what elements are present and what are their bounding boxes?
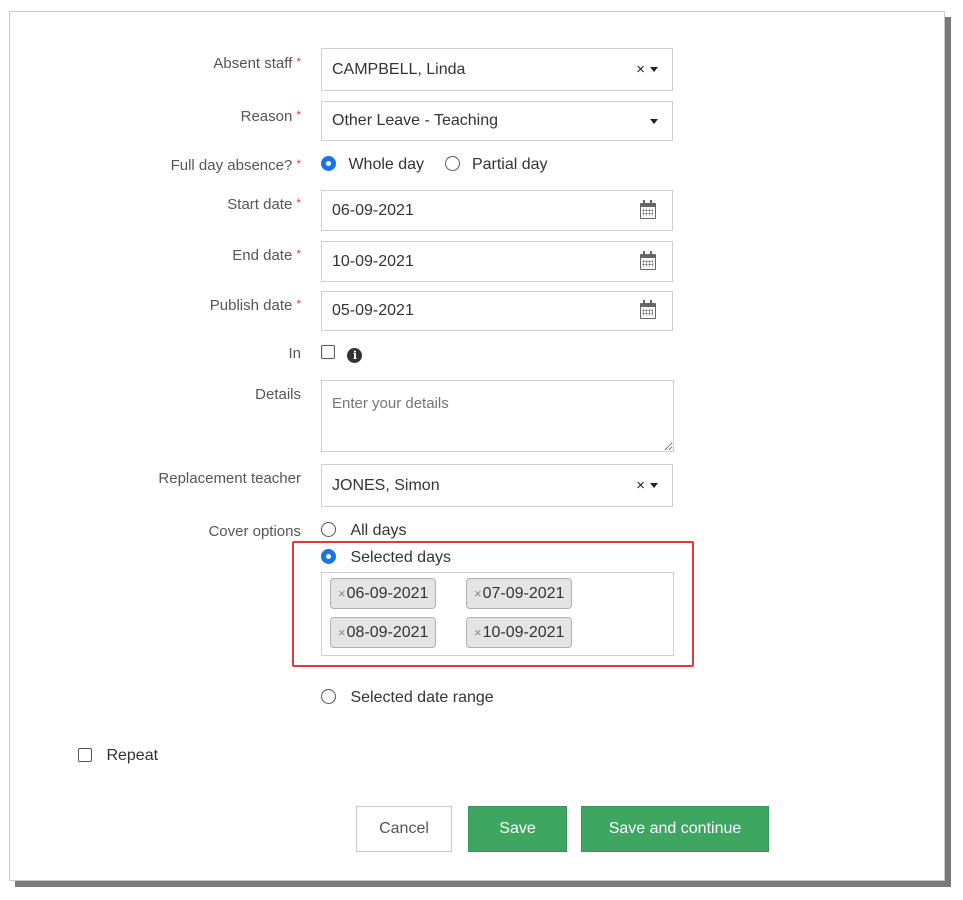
full-day-label: Full day absence? * — [170, 157, 301, 174]
end-date-label: End date * — [232, 247, 301, 264]
start-date-label: Start date * — [227, 196, 301, 213]
date-range-label[interactable]: Selected date range — [350, 689, 493, 706]
details-textarea[interactable] — [321, 380, 674, 452]
publish-date-value: 05-09-2021 — [332, 302, 414, 319]
absent-staff-label: Absent staff * — [213, 55, 301, 72]
required-marker: * — [296, 108, 301, 122]
absent-staff-value: CAMPBELL, Linda — [332, 60, 466, 78]
clear-icon[interactable]: × — [636, 477, 645, 494]
clear-icon[interactable]: × — [636, 61, 645, 78]
date-range-radio[interactable] — [321, 689, 336, 704]
highlight-box — [292, 541, 694, 667]
reason-select[interactable]: Other Leave - Teaching — [321, 101, 673, 141]
chevron-down-icon[interactable] — [650, 67, 658, 72]
chevron-down-icon[interactable] — [650, 483, 658, 488]
required-marker: * — [296, 196, 301, 210]
whole-day-radio[interactable] — [321, 156, 336, 171]
start-date-input[interactable]: 06-09-2021 — [321, 190, 673, 231]
whole-day-label[interactable]: Whole day — [348, 156, 424, 173]
publish-date-label: Publish date * — [209, 297, 301, 314]
repeat-label[interactable]: Repeat — [106, 747, 158, 764]
reason-value: Other Leave - Teaching — [332, 112, 499, 129]
required-marker: * — [296, 55, 301, 69]
publish-date-input[interactable]: 05-09-2021 — [321, 291, 673, 331]
replacement-label: Replacement teacher — [158, 470, 301, 487]
calendar-icon[interactable] — [640, 250, 656, 270]
save-and-continue-button[interactable]: Save and continue — [581, 806, 769, 852]
all-days-label[interactable]: All days — [350, 522, 406, 539]
end-date-value: 10-09-2021 — [332, 252, 414, 270]
calendar-icon[interactable] — [640, 300, 656, 319]
required-marker: * — [296, 247, 301, 261]
required-marker: * — [296, 157, 301, 171]
replacement-value: JONES, Simon — [332, 476, 440, 494]
partial-day-label[interactable]: Partial day — [472, 156, 548, 173]
absent-staff-select[interactable]: CAMPBELL, Linda × — [321, 48, 673, 91]
chevron-down-icon[interactable] — [650, 118, 658, 124]
all-days-radio[interactable] — [321, 522, 336, 537]
start-date-value: 06-09-2021 — [332, 201, 414, 219]
replacement-select[interactable]: JONES, Simon × — [321, 464, 673, 507]
end-date-input[interactable]: 10-09-2021 — [321, 241, 673, 282]
in-label: In — [288, 345, 301, 362]
info-icon[interactable]: i — [347, 348, 363, 363]
cover-all-days: All days — [321, 522, 406, 540]
repeat-option: Repeat — [78, 747, 158, 765]
repeat-checkbox[interactable] — [78, 748, 92, 762]
required-marker: * — [296, 297, 301, 311]
cancel-button[interactable]: Cancel — [356, 806, 452, 852]
reason-label: Reason * — [240, 108, 301, 125]
cover-date-range: Selected date range — [321, 689, 494, 707]
cover-options-label: Cover options — [208, 523, 301, 540]
partial-day-radio[interactable] — [444, 156, 460, 171]
in-options: i — [321, 344, 363, 363]
full-day-options: Whole day Partial day — [321, 156, 548, 174]
details-label: Details — [255, 386, 301, 403]
save-button[interactable]: Save — [468, 806, 567, 852]
in-checkbox[interactable] — [321, 345, 335, 359]
calendar-icon[interactable] — [640, 199, 656, 219]
